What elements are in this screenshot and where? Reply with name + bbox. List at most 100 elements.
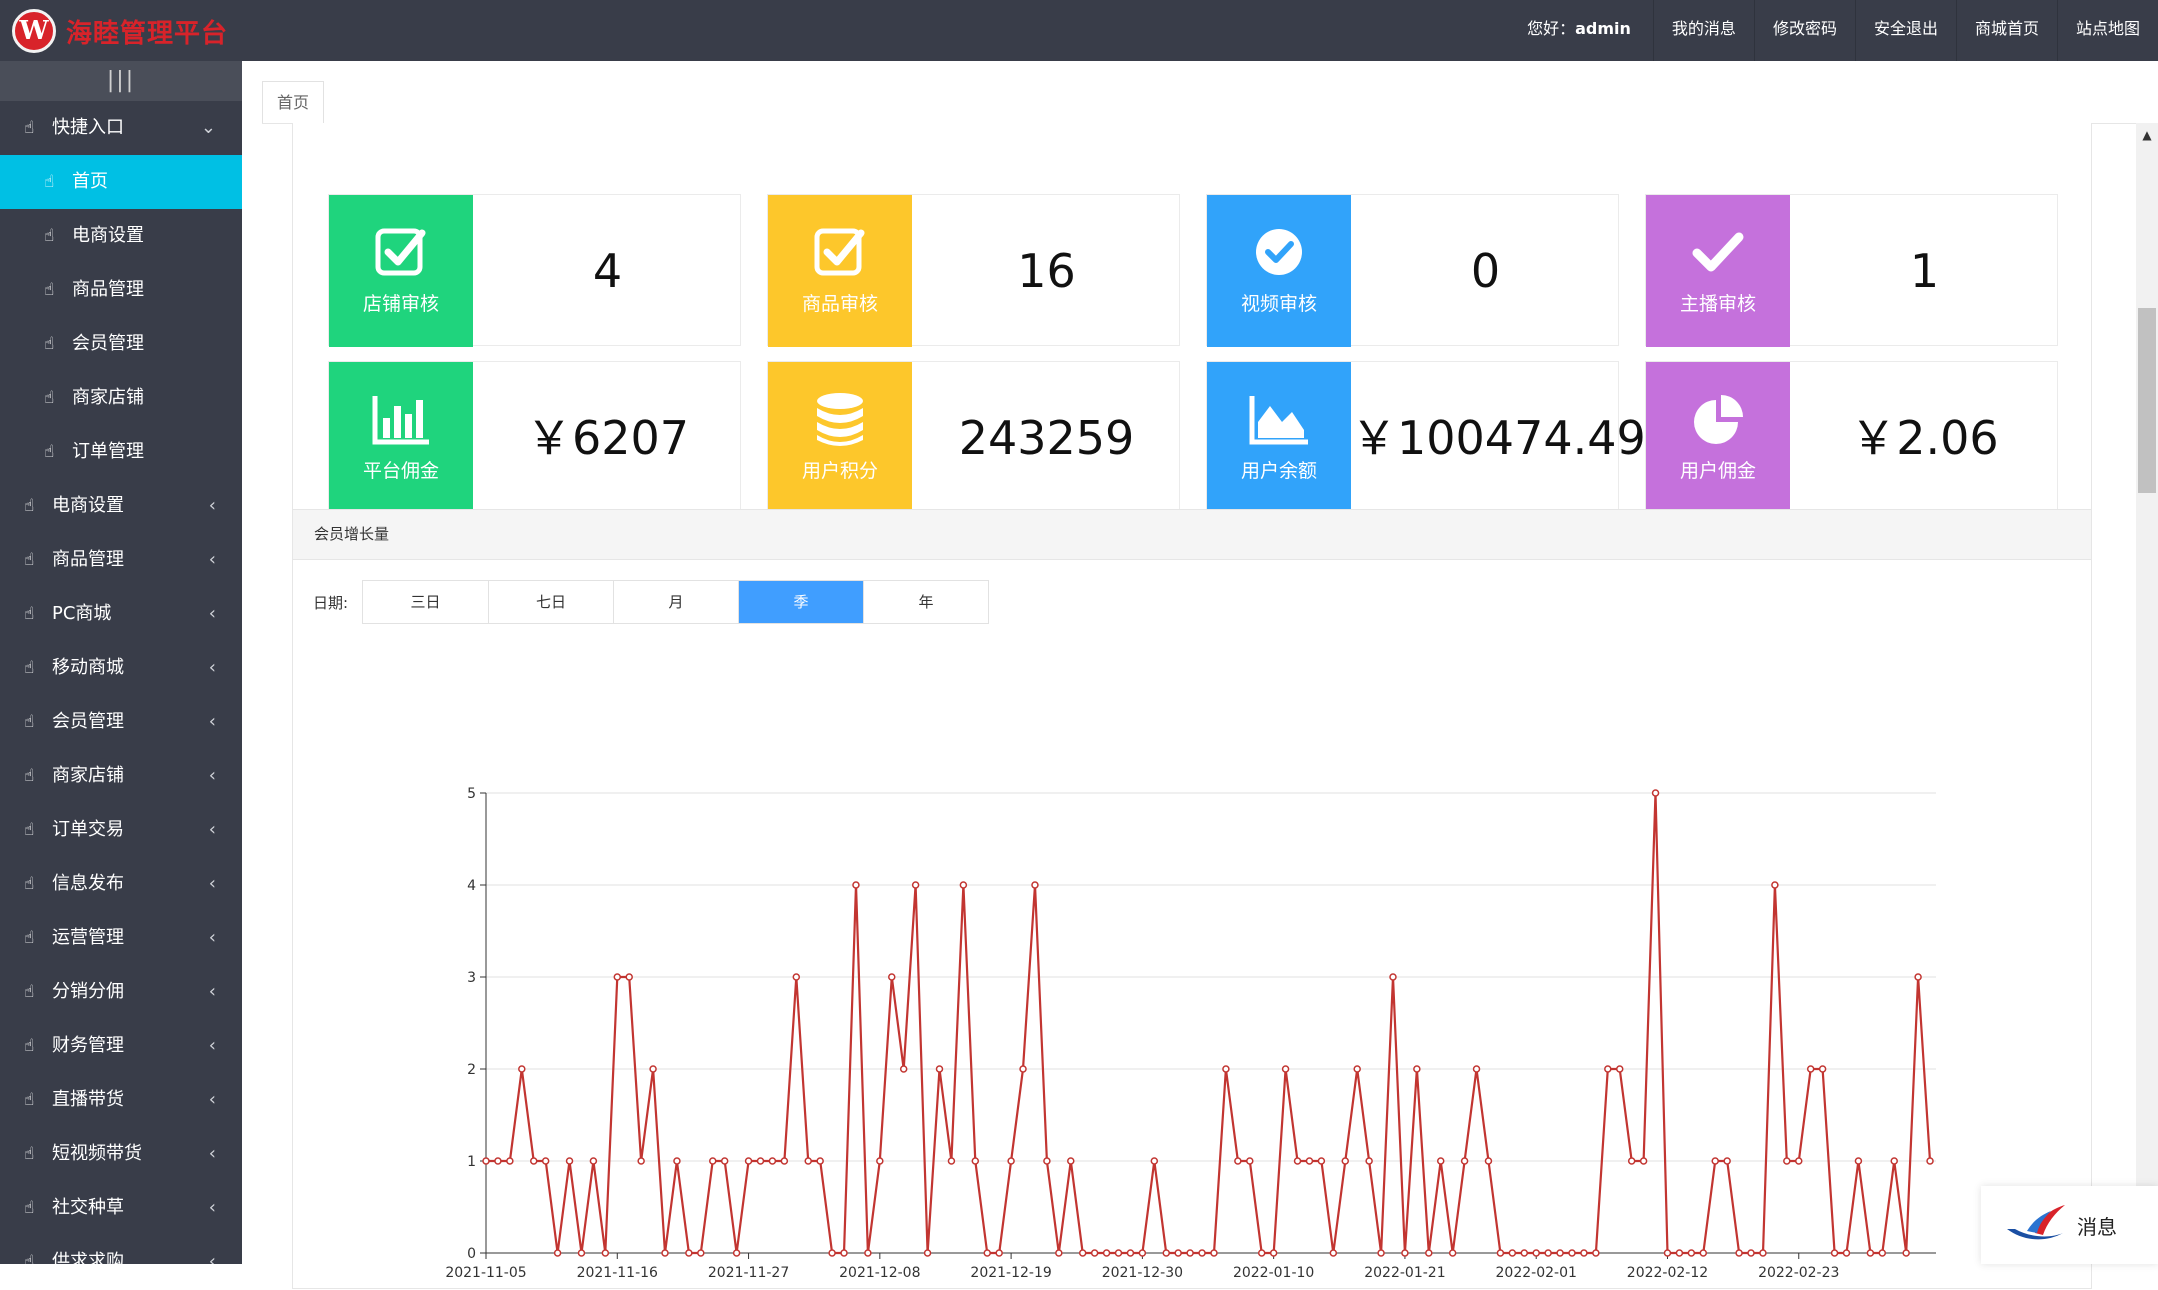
member-growth-chart: 0 1 2 3 4 5 2021-11-05 2021-11-16 2021-11-27 2021… xyxy=(445,786,1936,1281)
sidebar-item-label: 电商设置 xyxy=(72,225,144,246)
stat-card-icon-box: 店铺审核 xyxy=(329,195,473,347)
data-point xyxy=(1854,1157,1863,1165)
sidebar-toggle-icon[interactable]: ||| xyxy=(0,61,242,101)
data-point xyxy=(494,1157,502,1165)
sidebar-item-label: PC商城 xyxy=(52,603,112,624)
data-point xyxy=(529,1157,538,1165)
top-nav: 您好：admin 我的消息 修改密码 安全退出 商城首页 站点地图 xyxy=(1509,0,2158,61)
stat-card[interactable]: 视频审核 0 xyxy=(1206,194,1619,347)
hand-pointer-icon: ☝ xyxy=(24,874,35,894)
sidebar-item-3[interactable]: ☝ 商品管理 xyxy=(0,263,242,317)
sidebar-item-20[interactable]: ☝ 社交种草 ‹ xyxy=(0,1181,242,1235)
sidebar-item-6[interactable]: ☝ 订单管理 xyxy=(0,425,242,479)
sidebar-item-14[interactable]: ☝ 信息发布 ‹ xyxy=(0,857,242,911)
x-tick-label: 2022-01-21 xyxy=(1364,1265,1445,1281)
chevron-left-icon: ‹ xyxy=(208,1089,216,1110)
data-point xyxy=(1007,1157,1015,1165)
data-point xyxy=(1425,1249,1433,1257)
sidebar-item-10[interactable]: ☝ 移动商城 ‹ xyxy=(0,641,242,695)
hand-pointer-icon: ☝ xyxy=(44,388,55,408)
range-button[interactable]: 月 xyxy=(613,581,738,623)
sidebar-item-8[interactable]: ☝ 商品管理 ‹ xyxy=(0,533,242,587)
data-point xyxy=(518,1065,526,1073)
data-point xyxy=(947,1157,956,1165)
stat-card[interactable]: 店铺审核 4 xyxy=(328,194,741,347)
data-point xyxy=(1162,1249,1170,1257)
data-point xyxy=(1436,1157,1445,1165)
data-point xyxy=(553,1249,562,1257)
logout-link[interactable]: 安全退出 xyxy=(1854,0,1956,61)
range-button[interactable]: 三日 xyxy=(363,581,488,623)
stat-card[interactable]: 用户余额 ￥100474.49 xyxy=(1206,361,1646,514)
message-widget[interactable]: 消息 xyxy=(1981,1186,2158,1264)
sidebar-item-12[interactable]: ☝ 商家店铺 ‹ xyxy=(0,749,242,803)
data-point xyxy=(601,1249,610,1257)
stat-card[interactable]: 主播审核 1 xyxy=(1645,194,2058,347)
data-point xyxy=(685,1249,693,1257)
stat-card[interactable]: 平台佣金 ￥6207 xyxy=(328,361,741,514)
sidebar-item-2[interactable]: ☝ 电商设置 xyxy=(0,209,242,263)
scroll-up-icon[interactable]: ▲ xyxy=(2136,123,2158,147)
data-point xyxy=(1556,1249,1564,1257)
change-password-link[interactable]: 修改密码 xyxy=(1753,0,1855,61)
sidebar-item-7[interactable]: ☝ 电商设置 ‹ xyxy=(0,479,242,533)
data-point xyxy=(697,1249,705,1257)
sidebar-item-17[interactable]: ☝ 财务管理 ‹ xyxy=(0,1019,242,1073)
stat-card-label: 用户余额 xyxy=(1240,460,1317,482)
hand-pointer-icon: ☝ xyxy=(44,442,55,462)
x-tick-label: 2022-02-01 xyxy=(1496,1265,1577,1281)
sidebar-item-18[interactable]: ☝ 直播带货 ‹ xyxy=(0,1073,242,1127)
sidebar-item-1[interactable]: ☝ 首页 xyxy=(0,155,242,209)
data-point xyxy=(1795,1157,1803,1165)
stat-card[interactable]: 用户积分 243259 xyxy=(767,361,1180,514)
range-button[interactable]: 七日 xyxy=(488,581,613,623)
sidebar-item-11[interactable]: ☝ 会员管理 ‹ xyxy=(0,695,242,749)
data-point xyxy=(1257,1249,1266,1257)
scroll-thumb[interactable] xyxy=(2138,308,2156,493)
range-button[interactable]: 季 xyxy=(738,581,864,623)
my-messages-link[interactable]: 我的消息 xyxy=(1652,0,1754,61)
hand-pointer-icon: ☝ xyxy=(24,604,35,624)
sidebar-item-4[interactable]: ☝ 会员管理 xyxy=(0,317,242,371)
stat-card-value: 1 xyxy=(1909,244,1940,298)
data-point xyxy=(1818,1065,1827,1073)
sidebar-item-label: 直播带货 xyxy=(52,1089,124,1110)
shop-home-link[interactable]: 商城首页 xyxy=(1955,0,2057,61)
stat-card[interactable]: 商品审核 16 xyxy=(767,194,1180,347)
data-point xyxy=(911,881,920,889)
sidebar-item-label: 财务管理 xyxy=(52,1035,124,1056)
sitemap-link[interactable]: 站点地图 xyxy=(2056,0,2158,61)
logo-mark: W xyxy=(12,9,56,53)
stat-card-icon-box: 用户余额 xyxy=(1207,362,1351,514)
sidebar-item-9[interactable]: ☝ PC商城 ‹ xyxy=(0,587,242,641)
hand-pointer-icon: ☝ xyxy=(24,820,35,840)
sidebar-item-0[interactable]: ☝ 快捷入口 ⌄ xyxy=(0,101,242,155)
sidebar-item-label: 首页 xyxy=(72,171,108,192)
data-point xyxy=(971,1157,980,1165)
hand-pointer-icon: ☝ xyxy=(24,1198,35,1218)
data-point xyxy=(1484,1157,1493,1165)
sidebar-item-21[interactable]: ☝ 供求求购 ‹ xyxy=(0,1235,242,1264)
x-tick-label: 2021-12-08 xyxy=(839,1265,920,1281)
chevron-left-icon: ‹ xyxy=(208,927,216,948)
stat-card[interactable]: 用户佣金 ￥2.06 xyxy=(1645,361,2058,514)
stat-card-label: 商品审核 xyxy=(801,293,878,315)
user-greeting: 您好：admin xyxy=(1509,0,1653,61)
check-circle-icon xyxy=(1207,225,1351,281)
data-point xyxy=(923,1249,932,1257)
sidebar-item-5[interactable]: ☝ 商家店铺 xyxy=(0,371,242,425)
scrollbar[interactable]: ▲ xyxy=(2136,123,2158,1264)
chevron-left-icon: ‹ xyxy=(208,1197,216,1218)
sidebar-item-16[interactable]: ☝ 分销分佣 ‹ xyxy=(0,965,242,1019)
x-tick-label: 2021-11-27 xyxy=(708,1265,789,1281)
tab-home[interactable]: 首页 xyxy=(262,81,325,124)
stat-card-label: 店铺审核 xyxy=(362,293,439,315)
data-point xyxy=(1771,881,1779,889)
brand-logo[interactable]: W 海睦管理平台 xyxy=(12,9,228,53)
sidebar-item-15[interactable]: ☝ 运营管理 ‹ xyxy=(0,911,242,965)
data-point xyxy=(1723,1157,1731,1165)
sidebar-item-19[interactable]: ☝ 短视频带货 ‹ xyxy=(0,1127,242,1181)
sidebar-item-13[interactable]: ☝ 订单交易 ‹ xyxy=(0,803,242,857)
data-point xyxy=(1472,1065,1481,1073)
range-button[interactable]: 年 xyxy=(863,581,988,623)
